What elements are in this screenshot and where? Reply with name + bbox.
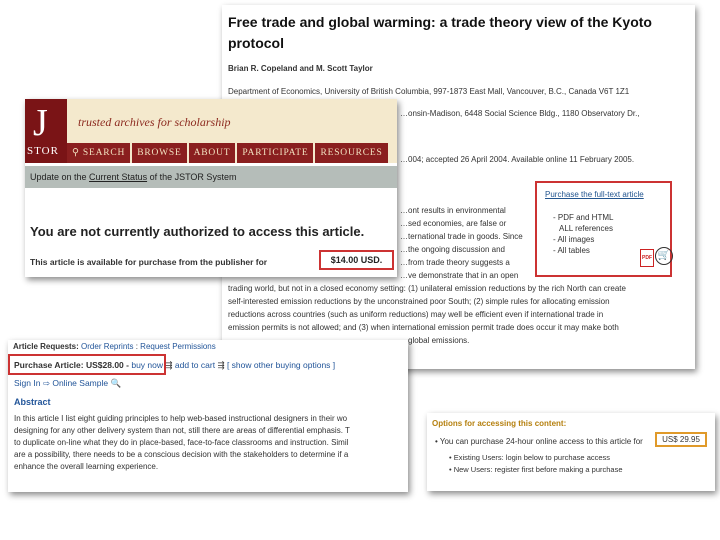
purchase-label: Purchase Article: US$28.00 - [14,360,129,370]
nav-resources[interactable]: RESOURCES [315,143,388,163]
new-users-line[interactable]: • New Users: register first before makin… [449,465,623,474]
status-link[interactable]: Current Status [89,172,147,182]
cart-arrow-icon[interactable]: ⇶ [217,360,224,370]
online-sample-link[interactable]: Online Sample [52,378,108,388]
abstract-line: enhance the overall learning experience. [14,462,159,471]
purchase-full-text-link[interactable]: Purchase the full-text article [545,190,644,199]
status-suffix: of the JSTOR System [147,172,237,182]
article-requests: Article Requests: Order Reprints : Reque… [13,342,216,351]
purchase-item: - All images [553,235,595,244]
jstor-screenshot: J STOR trusted archives for scholarship … [25,99,397,277]
paper-body-line: emission permits is not allowed; and (3)… [228,323,619,332]
purchase-item: - PDF and HTML [553,213,614,222]
status-prefix: Update on the [30,172,90,182]
abstract-line: designing for any other delivery system … [14,426,350,435]
existing-users-line[interactable]: • Existing Users: login below to purchas… [449,453,610,462]
nav-browse[interactable]: BROWSE [132,143,187,163]
purchase-availability: This article is available for purchase f… [30,257,268,267]
paper-body-line: …ve demonstrate that in an open [400,271,519,280]
jstor-header: J STOR trusted archives for scholarship … [25,99,397,163]
purchase-full-text-box: Purchase the full-text article - PDF and… [535,181,673,277]
paper-received: …004; accepted 26 April 2004. Available … [400,155,635,164]
abstract-line: In this article I list eight guiding pri… [14,414,348,423]
abstract-heading: Abstract [14,397,51,407]
status-bar: Update on the Current Status of the JSTO… [25,166,397,188]
magnifier-icon[interactable]: 🔍 [110,378,121,388]
abstract-line: are a possibility, there needs to be a c… [14,450,349,459]
nav-search[interactable]: ⚲ SEARCH [67,143,131,163]
access-options-screenshot: Options for accessing this content: • Yo… [427,413,715,491]
article-requests-screenshot: Article Requests: Order Reprints : Reque… [8,340,408,492]
purchase-item: - All tables [553,246,590,255]
jstor-logo-text: STOR [27,145,59,157]
request-permissions-link[interactable]: Request Permissions [140,342,216,351]
signin-line: Sign In ⇨ Online Sample 🔍 [14,378,121,389]
purchase-article-line: Purchase Article: US$28.00 - buy now ⇶ a… [14,360,335,371]
jstor-logo[interactable]: J STOR [25,99,67,163]
paper-body-line: trading world, but not in a closed econo… [228,284,626,293]
paper-body-line: …ternational trade in goods. Since [400,232,523,241]
order-reprints-link[interactable]: Order Reprints [81,342,133,351]
nav-about[interactable]: ABOUT [188,143,236,163]
paper-authors: Brian R. Copeland and M. Scott Taylor [228,64,373,73]
arrow-icon: ⇨ [42,378,50,388]
purchase-item: ALL references [559,224,613,233]
abstract-line: to duplicate on-line what they do in pla… [14,438,349,447]
jstor-logo-letter: J [33,102,48,144]
paper-body-line: …global emissions. [400,336,470,345]
jstor-price: $14.00 USD. [319,250,394,270]
cart-icon[interactable]: 🛒 [655,247,673,265]
options-title: Options for accessing this content: [432,419,567,428]
paper-body-line: self-interested emission reductions by t… [228,297,610,306]
add-to-cart-link[interactable]: add to cart [175,360,215,370]
paper-title: Free trade and global warming: a trade t… [228,14,652,51]
cart-arrow-icon[interactable]: ⇶ [165,360,172,370]
requests-label: Article Requests: [13,342,79,351]
options-price: US$ 29.95 [655,432,707,447]
other-buying-options-link[interactable]: [ show other buying options ] [227,360,335,370]
paper-body-line: reductions across countries (such as uni… [228,310,604,319]
pdf-icon[interactable]: PDF [640,249,654,267]
jstor-nav: ⚲ SEARCH BROWSE ABOUT PARTICIPATE RESOUR… [67,143,397,163]
nav-participate[interactable]: PARTICIPATE [237,143,314,163]
paper-body-line: …the ongoing discussion and [400,245,505,254]
paper-affiliation-2: …onsin-Madison, 6448 Social Science Bldg… [400,109,640,118]
buy-now-link[interactable]: buy now [131,360,163,370]
paper-body-line: …ont results in environmental [400,206,506,215]
paper-body-line: …from trade theory suggests a [400,258,510,267]
paper-affiliation-1: Department of Economics, University of B… [228,87,630,96]
not-authorized-message: You are not currently authorized to acce… [30,224,365,239]
paper-body-line: …sed economies, are false or [400,219,507,228]
abstract-text: In this article I list eight guiding pri… [14,413,404,473]
options-purchase-line: • You can purchase 24-hour online access… [435,437,643,446]
sign-in-link[interactable]: Sign In [14,378,40,388]
jstor-tagline: trusted archives for scholarship [78,115,231,129]
